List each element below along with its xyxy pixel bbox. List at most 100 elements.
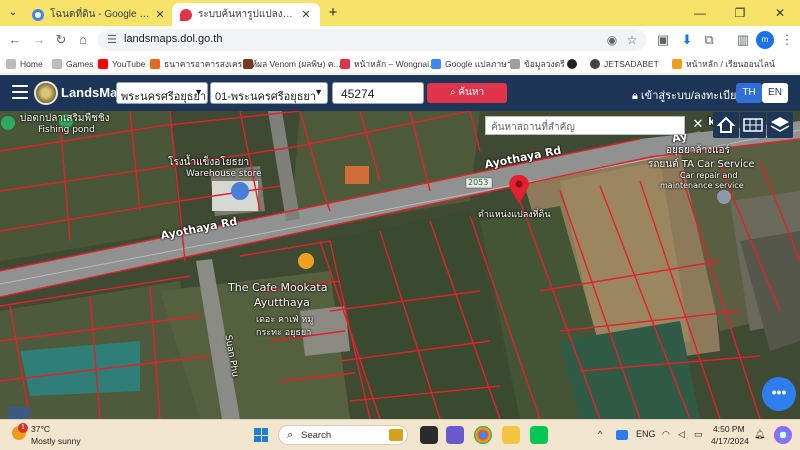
folder-icon — [52, 59, 62, 69]
taskbar-search[interactable]: ⌕ Search — [278, 425, 408, 445]
download-icon[interactable]: ⬇ — [678, 31, 696, 49]
parcel-number-input[interactable]: 45274 — [332, 82, 424, 104]
more-options-button[interactable]: ••• — [762, 377, 796, 411]
onedrive-icon[interactable] — [616, 430, 628, 440]
battery-icon[interactable]: ▭ — [694, 429, 703, 440]
clock-date[interactable]: 4/17/2024 — [711, 436, 749, 446]
chrome-icon[interactable] — [474, 426, 492, 444]
route-number: 2053 — [468, 178, 489, 187]
bookmark-label: JETSADABET — [604, 59, 659, 69]
poi-carservice-en: รถยนต์ TA Car Service — [648, 159, 755, 170]
puzzle-icon[interactable]: ⧉ — [700, 31, 718, 49]
home-icon[interactable]: ⌂ — [74, 31, 92, 49]
bookmark-data[interactable]: ข้อมูลวงดรี — [510, 57, 565, 71]
bookmark-label: ข้อมูลวงดรี — [524, 59, 565, 69]
bookmark-venom[interactable]: ผล Venom (ผลพิษ) ค... — [243, 57, 341, 71]
bookmark-label: YouTube — [112, 59, 146, 69]
poi-fishing-th: บ่อตกปลาเสริมพืชชิง — [20, 113, 110, 124]
close-window-button[interactable]: ✕ — [760, 0, 800, 26]
bookmark-youtube[interactable]: YouTube — [98, 57, 145, 71]
poi-cafe-en-2: Ayutthaya — [254, 296, 310, 309]
poi-carservice-th: อยุธยาล้างแอร์ — [666, 145, 730, 156]
poi-fishing-en: Fishing pond — [38, 125, 95, 135]
windows-taskbar: 1 37°C Mostly sunny ⌕ Search ^ ENG ◠ ◁ ▭… — [0, 419, 800, 450]
bookmark-github[interactable] — [567, 57, 581, 71]
folder-icon — [6, 59, 16, 69]
task-view-icon[interactable] — [420, 426, 438, 444]
clock-time[interactable]: 4:50 PM — [713, 424, 745, 434]
jetsadabet-icon — [590, 59, 600, 69]
kebab-menu-icon[interactable]: ⋮ — [778, 31, 796, 49]
clear-search-icon[interactable]: ✕ — [690, 115, 706, 133]
lang-en-button[interactable]: EN — [762, 83, 788, 103]
satellite-map[interactable]: Ayothaya Rd Ayothaya Rd Ay Suan Phu 2053… — [0, 111, 800, 419]
bookmark-star-icon[interactable]: ☆ — [624, 32, 640, 48]
grid-icon[interactable] — [740, 112, 766, 138]
bookmark-jetsadabet[interactable]: JETSADABET — [590, 57, 659, 71]
bookmark-google-translate[interactable]: Google แปลภาษา — [431, 57, 512, 71]
back-arrow-icon[interactable]: ← — [6, 31, 24, 49]
weather-condition: Mostly sunny — [31, 436, 81, 446]
bookmark-online-learning[interactable]: หน้าหลัก / เรียนออนไลน์ — [672, 57, 775, 71]
bookmark-wongnai[interactable]: หน้าหลัก – Wongnai... — [340, 57, 436, 71]
learning-icon — [672, 59, 682, 69]
chevron-down-icon: ▼ — [194, 87, 203, 97]
bookmarks-bar: Home Games YouTube ธนาคารอาคารสงเคราะห์ … — [0, 54, 800, 74]
line-app-icon[interactable] — [530, 426, 548, 444]
teams-icon[interactable] — [446, 426, 464, 444]
home-view-icon[interactable] — [713, 112, 739, 138]
map-pin-favicon-icon — [180, 8, 192, 21]
language-indicator[interactable]: ENG — [636, 429, 656, 439]
layers-icon[interactable] — [767, 112, 793, 138]
weather-temperature: 37°C — [31, 424, 50, 434]
tab-google-search[interactable]: โฉนดที่ดิน - Google Search ✕ — [24, 3, 174, 26]
bookmark-bank[interactable]: ธนาคารอาคารสงเคราะห์ — [150, 57, 257, 71]
youtube-icon — [98, 59, 108, 69]
bookmark-games[interactable]: Games — [52, 57, 93, 71]
poi-cafe-th: เดอะ คาเฟ่ หมู — [256, 315, 314, 325]
hamburger-menu-icon[interactable] — [12, 85, 28, 99]
windows-start-icon[interactable] — [254, 428, 268, 442]
address-bar[interactable]: ☰ landsmaps.dol.go.th ◉ ☆ — [98, 29, 646, 51]
forward-arrow-icon[interactable]: → — [30, 31, 48, 49]
wifi-icon[interactable]: ◠ — [662, 429, 670, 440]
minimize-button[interactable]: — — [680, 0, 720, 26]
tab-title: โฉนดที่ดิน - Google Search — [50, 9, 150, 20]
search-icon: ⌕ — [287, 429, 294, 441]
speaker-icon[interactable]: ◁ — [678, 429, 685, 440]
new-tab-button[interactable]: + — [324, 4, 342, 22]
notifications-icon[interactable]: 🔔︎ — [754, 429, 765, 440]
place-search-input[interactable]: ค้นหาสถานที่สำคัญ — [485, 116, 685, 135]
close-tab-icon[interactable]: ✕ — [300, 8, 312, 21]
side-panel-icon[interactable]: ▥ — [734, 31, 752, 49]
file-explorer-icon[interactable] — [502, 426, 520, 444]
site-info-icon[interactable]: ☰ — [104, 32, 120, 48]
reload-icon[interactable]: ↻ — [52, 31, 70, 49]
url-text: landsmaps.dol.go.th — [124, 33, 223, 45]
province-select[interactable]: พระนครศรีอยุธยา ▼ — [116, 82, 208, 104]
github-icon — [567, 59, 577, 69]
tab-landsmaps[interactable]: ระบบค้นหารูปแปลงที่ดิน (LandsMaps) ✕ — [172, 3, 320, 26]
measure-tool-icon[interactable] — [8, 407, 30, 419]
extension-icon[interactable]: ▣ — [654, 31, 672, 49]
tray-overflow-icon[interactable]: ^ — [598, 429, 602, 439]
district-select[interactable]: 01-พระนครศรีอยุธยา ▼ — [210, 82, 328, 104]
restore-button[interactable]: ❐ — [720, 0, 760, 26]
location-icon[interactable]: ◉ — [604, 32, 620, 48]
search-button-label: ค้นหา — [458, 87, 485, 98]
pin-label: ตำแหน่งแปลงที่ดิน — [478, 210, 551, 220]
lock-icon: 🔒︎ — [632, 90, 641, 102]
tab-search-icon[interactable]: ⌄ — [6, 6, 20, 20]
login-link[interactable]: 🔒︎ เข้าสู่ระบบ/ลงทะเบียน — [632, 86, 744, 104]
close-tab-icon[interactable]: ✕ — [154, 8, 166, 21]
poi-carservice-en-2: Car repair and — [680, 171, 738, 180]
search-button[interactable]: ⌕ ค้นหา — [427, 83, 507, 103]
bookmark-home[interactable]: Home — [6, 57, 43, 71]
translate-icon — [431, 59, 441, 69]
poi-carservice-en-3: maintenance service — [660, 181, 744, 190]
bookmark-label: Google แปลภาษา — [445, 59, 512, 69]
copilot-icon[interactable] — [774, 426, 792, 444]
profile-avatar-icon[interactable]: m — [756, 31, 774, 49]
bookmark-label: หน้าหลัก – Wongnai... — [354, 59, 437, 69]
lang-th-button[interactable]: TH — [736, 83, 762, 103]
